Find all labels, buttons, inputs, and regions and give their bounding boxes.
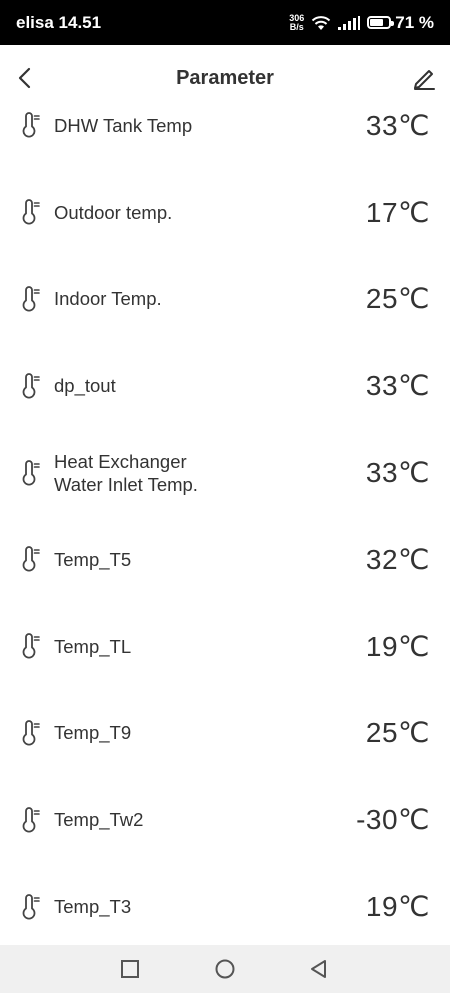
parameter-row[interactable]: Temp_Tw2 -30℃ [0,776,450,863]
parameter-label: DHW Tank Temp [54,114,193,136]
battery-indicator: 71 % [367,13,434,33]
parameter-row[interactable]: Temp_TL 19℃ [0,603,450,690]
carrier-time: elisa 14.51 [16,12,102,32]
thermometer-icon [20,893,42,920]
parameter-label: Temp_T3 [54,896,132,918]
battery-icon [367,16,395,29]
battery-fill [370,19,384,26]
parameter-value: 33℃ [365,109,430,141]
network-speed-unit: B/s [289,21,304,32]
network-speed: 306 B/s [289,13,304,32]
parameter-list: DHW Tank Temp 33℃ Outdoor temp. 17℃ Indoor T… [0,82,450,950]
parameter-value: 25℃ [365,717,430,749]
parameter-row[interactable]: Outdoor temp. 17℃ [0,169,450,256]
parameter-row[interactable]: Heat Exchanger Water Inlet Temp. 33℃ [0,429,450,516]
back-nav-button[interactable] [308,959,328,979]
parameter-label: Temp_TL [54,635,132,657]
thermometer-icon [20,459,42,486]
parameter-value: 19℃ [365,630,430,662]
status-bar: elisa 14.51 306 B/s 71 % [0,0,450,45]
thermometer-icon [20,633,42,659]
parameter-row[interactable]: Indoor Temp. 25℃ [0,256,450,343]
thermometer-icon [20,372,42,399]
parameter-label: dp_tout [54,375,116,397]
parameter-label: Outdoor temp. [54,201,173,223]
battery-percent: 71 % [395,12,434,32]
thermometer-icon [20,720,42,746]
home-button[interactable] [214,959,235,979]
parameter-value: 33℃ [365,457,430,489]
parameter-value: 19℃ [365,891,430,923]
parameter-row[interactable]: DHW Tank Temp 33℃ [0,82,450,169]
parameter-label: Temp_T5 [54,548,132,570]
parameter-row[interactable]: Temp_T5 32℃ [0,516,450,603]
parameter-row[interactable]: Temp_T9 25℃ [0,690,450,777]
recents-button[interactable] [120,959,140,979]
signal-icon [338,15,361,30]
status-left: elisa 14.51 [16,13,101,33]
wifi-icon [311,15,331,31]
thermometer-icon [20,286,42,312]
thermometer-icon [20,112,42,138]
square-icon [121,960,139,978]
thermometer-icon [20,806,42,833]
parameter-label: Heat Exchanger Water Inlet Temp. [54,450,198,495]
parameter-value: 25℃ [365,283,430,315]
triangle-back-icon [311,960,326,978]
parameter-row[interactable]: dp_tout 33℃ [0,342,450,429]
system-navigation-bar [0,945,450,993]
circle-icon [215,959,235,979]
parameter-label: Temp_T9 [54,722,132,744]
status-right: 306 B/s 71 % [289,13,434,33]
parameter-value: -30℃ [356,804,430,836]
parameter-label: Temp_Tw2 [54,809,144,831]
thermometer-icon [20,199,42,225]
thermometer-icon [20,546,42,572]
parameter-value: 17℃ [365,196,430,228]
parameter-row[interactable]: Temp_T3 19℃ [0,863,450,950]
parameter-label: Indoor Temp. [54,288,162,310]
parameter-value: 33℃ [365,370,430,402]
parameter-value: 32℃ [365,543,430,575]
